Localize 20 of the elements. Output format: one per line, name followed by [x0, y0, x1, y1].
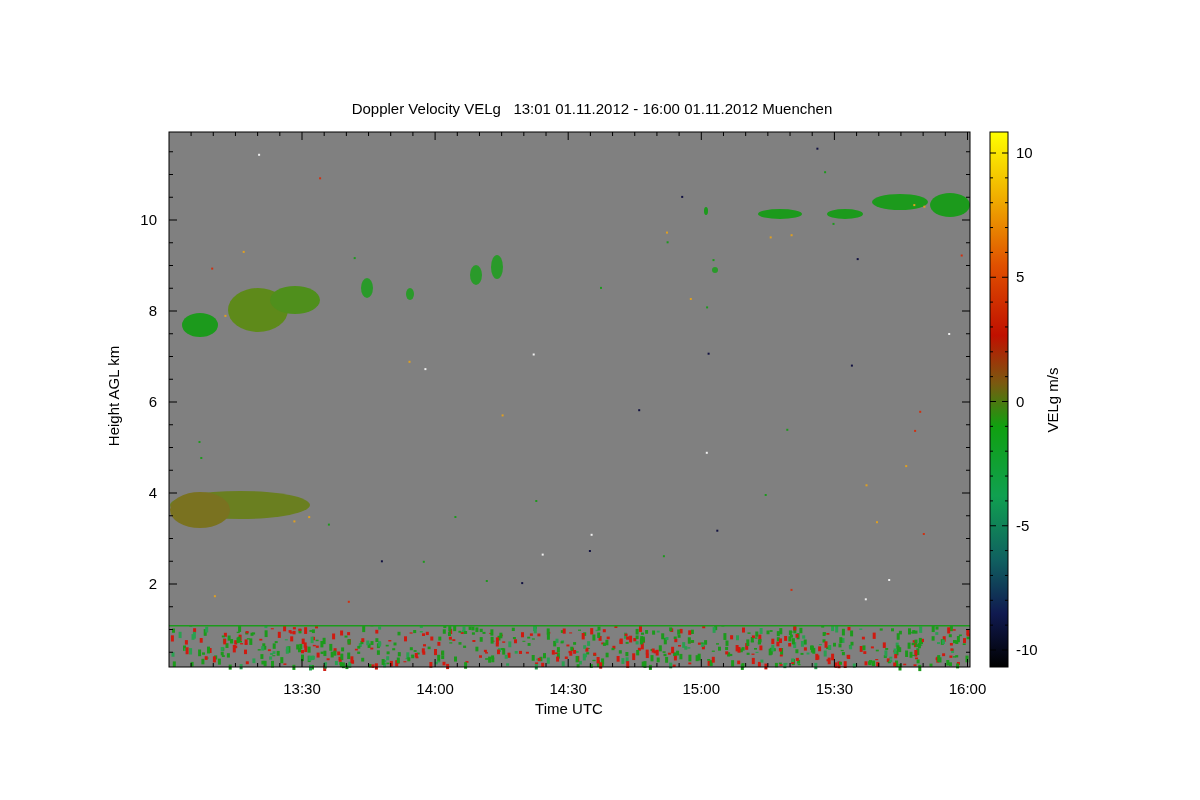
colorbar-tick-label: -5 [1016, 516, 1030, 534]
x-tick-label: 16:00 [948, 680, 987, 697]
colorbar-tick-label: 10 [1016, 144, 1033, 161]
x-tick-label: 14:00 [416, 680, 454, 697]
colorbar-label: VELg m/s [1044, 367, 1061, 433]
colorbar-tick-label: 5 [1016, 268, 1025, 286]
y-axis-label: Height AGL km [105, 345, 122, 447]
y-tick-label: 10 [140, 211, 157, 228]
x-tick-label: 13:30 [283, 680, 321, 697]
colorbar-tick-label: 0 [1016, 392, 1025, 410]
colorbar-tick-label: -10 [1016, 641, 1038, 658]
y-tick-label: 4 [148, 484, 157, 501]
x-tick-label: 15:30 [815, 680, 854, 697]
chart-title: Doppler Velocity VELg 13:01 01.11.2012 - 16:00 01.11.2012 Muenchen [351, 100, 833, 117]
x-tick-label: 14:30 [549, 680, 587, 697]
y-tick-label: 8 [148, 302, 157, 319]
y-tick-label: 6 [148, 393, 157, 410]
x-axis-label: Time UTC [535, 700, 603, 717]
x-tick-label: 15:00 [682, 680, 721, 697]
y-tick-label: 2 [148, 575, 157, 592]
